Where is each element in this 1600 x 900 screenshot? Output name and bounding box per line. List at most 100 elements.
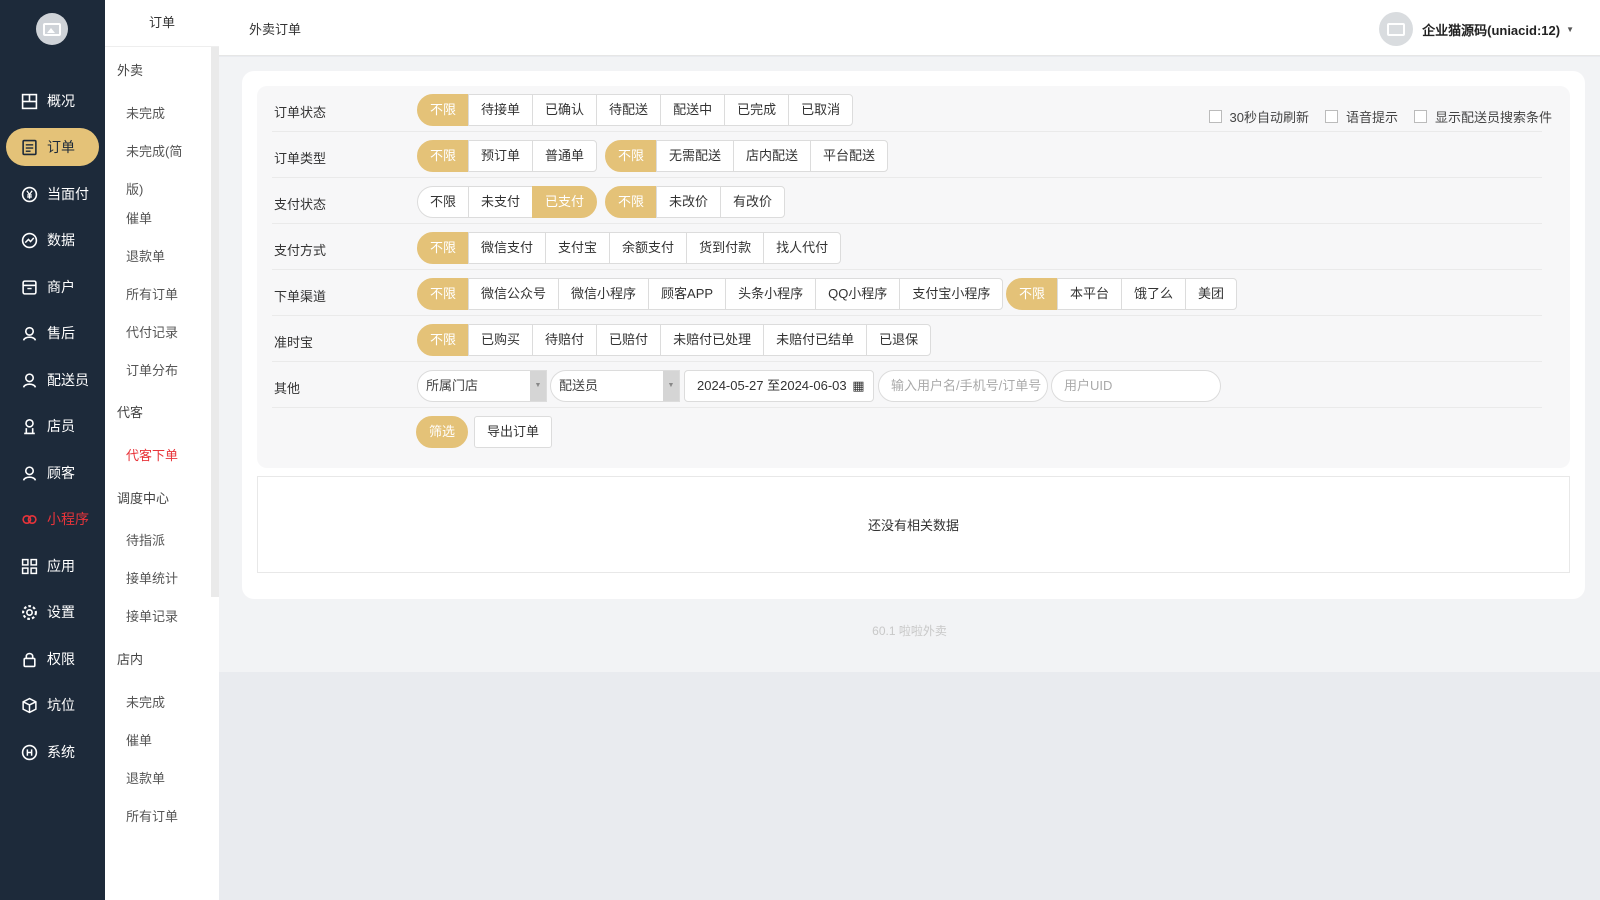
delivery-type-platform[interactable]: 平台配送 — [810, 140, 889, 172]
channel-alipay[interactable]: 支付宝小程序 — [899, 278, 1004, 310]
nav-item-overview[interactable]: 概况 — [6, 82, 99, 120]
order-type-normal[interactable]: 普通单 — [532, 140, 598, 172]
filter-label: 订单状态 — [274, 105, 327, 120]
page-title: 外卖订单 — [249, 22, 302, 37]
show-courier-filter-option[interactable]: 显示配送员搜索条件 — [1413, 107, 1552, 126]
nav-item-customer[interactable]: 顾客 — [6, 454, 99, 492]
select-value: 所属门店 — [426, 378, 479, 393]
user-menu[interactable]: 企业猫源码(uniacid:12) ▼ — [1379, 12, 1574, 46]
order-type-all[interactable]: 不限 — [417, 140, 470, 172]
nav-item-data[interactable]: 数据 — [6, 221, 99, 259]
price-change-all[interactable]: 不限 — [605, 186, 658, 218]
pay-status-group: 不限 未支付 已支付 — [417, 186, 598, 218]
search-input[interactable]: 输入用户名/手机号/订单号 — [878, 370, 1048, 402]
subnav-item-order-map[interactable]: 订单分布 — [126, 360, 178, 379]
nav-item-settings[interactable]: 设置 — [6, 593, 99, 631]
platform-self[interactable]: 本平台 — [1057, 278, 1123, 310]
nav-item-clerk[interactable]: 店员 — [6, 407, 99, 445]
order-status-completed[interactable]: 已完成 — [724, 94, 790, 126]
option-label: 30秒自动刷新 — [1229, 110, 1309, 125]
pay-method-all[interactable]: 不限 — [417, 232, 470, 264]
order-status-all[interactable]: 不限 — [417, 94, 470, 126]
delivery-type-all[interactable]: 不限 — [605, 140, 658, 172]
subnav-item-urge[interactable]: 催单 — [126, 208, 152, 227]
checkbox[interactable] — [1324, 110, 1338, 123]
order-status-confirmed[interactable]: 已确认 — [532, 94, 598, 126]
pay-status-unpaid[interactable]: 未支付 — [468, 186, 534, 218]
filter-button[interactable]: 筛选 — [416, 416, 469, 448]
nav-item-system[interactable]: 系统 — [6, 733, 99, 771]
ontime-unpaid-closed[interactable]: 未赔付已结单 — [763, 324, 868, 356]
platform-eleme[interactable]: 饿了么 — [1121, 278, 1187, 310]
uid-input[interactable]: 用户UID — [1051, 370, 1221, 402]
channel-toutiao[interactable]: 头条小程序 — [725, 278, 817, 310]
subnav-item-unfinished[interactable]: 未完成 — [126, 103, 165, 122]
subnav-title: 订单 — [105, 0, 219, 47]
subnav-item-unfinished-simple-cont[interactable]: 版) — [126, 179, 143, 198]
pay-method-alipay[interactable]: 支付宝 — [545, 232, 611, 264]
ontime-refunded[interactable]: 已退保 — [866, 324, 932, 356]
nav-item-permissions[interactable]: 权限 — [6, 640, 99, 678]
ontime-unpaid-handled[interactable]: 未赔付已处理 — [660, 324, 765, 356]
nav-item-aftersale[interactable]: 售后 — [6, 314, 99, 352]
auto-refresh-option[interactable]: 30秒自动刷新 — [1208, 107, 1309, 126]
pay-method-wechat[interactable]: 微信支付 — [468, 232, 547, 264]
ontime-all[interactable]: 不限 — [417, 324, 470, 356]
nav-item-courier[interactable]: 配送员 — [6, 361, 99, 399]
subnav-item-proxy-order[interactable]: 代客下单 — [126, 445, 178, 464]
channel-qq[interactable]: QQ小程序 — [815, 278, 901, 310]
ontime-bought[interactable]: 已购买 — [468, 324, 534, 356]
checkbox[interactable] — [1413, 110, 1427, 123]
subnav-item-accept-records[interactable]: 接单记录 — [126, 606, 178, 625]
subnav-item-all-orders[interactable]: 所有订单 — [126, 284, 178, 303]
platform-all[interactable]: 不限 — [1006, 278, 1059, 310]
subnav-item-accept-stats[interactable]: 接单统计 — [126, 568, 178, 587]
nav-item-orders[interactable]: 订单 — [6, 128, 99, 166]
channel-all[interactable]: 不限 — [417, 278, 470, 310]
order-status-pending-accept[interactable]: 待接单 — [468, 94, 534, 126]
subnav-item-refund[interactable]: 退款单 — [126, 246, 165, 265]
order-status-pending-delivery[interactable]: 待配送 — [596, 94, 662, 126]
delivery-type-none[interactable]: 无需配送 — [656, 140, 735, 172]
channel-customer-app[interactable]: 顾客APP — [648, 278, 727, 310]
nav-item-merchant[interactable]: 商户 — [6, 268, 99, 306]
filter-options: 30秒自动刷新 语音提示 显示配送员搜索条件 — [1208, 107, 1552, 126]
subnav-item-instore-refund[interactable]: 退款单 — [126, 768, 165, 787]
order-status-cancelled[interactable]: 已取消 — [788, 94, 854, 126]
delivery-type-store[interactable]: 店内配送 — [733, 140, 812, 172]
order-icon — [21, 139, 38, 156]
nav-item-slots[interactable]: 坑位 — [6, 686, 99, 724]
store-select[interactable]: 所属门店 ▼ — [417, 370, 547, 402]
ontime-paid-out[interactable]: 已赔付 — [596, 324, 662, 356]
order-status-delivering[interactable]: 配送中 — [660, 94, 726, 126]
pay-status-all[interactable]: 不限 — [417, 186, 470, 218]
subnav-item-instore-unfinished[interactable]: 未完成 — [126, 692, 165, 711]
pay-status-paid[interactable]: 已支付 — [532, 186, 598, 218]
export-orders-button[interactable]: 导出订单 — [474, 416, 553, 448]
empty-state: 还没有相关数据 — [257, 476, 1570, 573]
nav-item-apps[interactable]: 应用 — [6, 547, 99, 585]
ontime-pending-payout[interactable]: 待赔付 — [532, 324, 598, 356]
courier-select[interactable]: 配送员 ▼ — [550, 370, 680, 402]
subnav-item-instore-all[interactable]: 所有订单 — [126, 806, 178, 825]
subnav-item-instore-urge[interactable]: 催单 — [126, 730, 152, 749]
scrollbar[interactable] — [211, 47, 219, 597]
voice-alert-option[interactable]: 语音提示 — [1324, 107, 1398, 126]
price-change-yes[interactable]: 有改价 — [720, 186, 786, 218]
channel-wechat-miniapp[interactable]: 微信小程序 — [558, 278, 650, 310]
platform-meituan[interactable]: 美团 — [1185, 278, 1238, 310]
logo[interactable] — [36, 13, 68, 45]
price-change-no[interactable]: 未改价 — [656, 186, 722, 218]
pay-method-proxy[interactable]: 找人代付 — [763, 232, 842, 264]
date-range-picker[interactable]: 2024-05-27 至2024-06-03 ▦ — [684, 370, 874, 402]
subnav-item-pending-assign[interactable]: 待指派 — [126, 530, 165, 549]
channel-wechat-mp[interactable]: 微信公众号 — [468, 278, 560, 310]
subnav-item-paid-records[interactable]: 代付记录 — [126, 322, 178, 341]
nav-item-miniapp[interactable]: 小程序 — [6, 500, 99, 538]
order-type-reserve[interactable]: 预订单 — [468, 140, 534, 172]
subnav-item-unfinished-simple[interactable]: 未完成(简 — [126, 141, 182, 160]
pay-method-cod[interactable]: 货到付款 — [686, 232, 765, 264]
pay-method-balance[interactable]: 余额支付 — [609, 232, 688, 264]
nav-item-facepay[interactable]: 当面付 — [6, 175, 99, 213]
checkbox[interactable] — [1208, 110, 1222, 123]
